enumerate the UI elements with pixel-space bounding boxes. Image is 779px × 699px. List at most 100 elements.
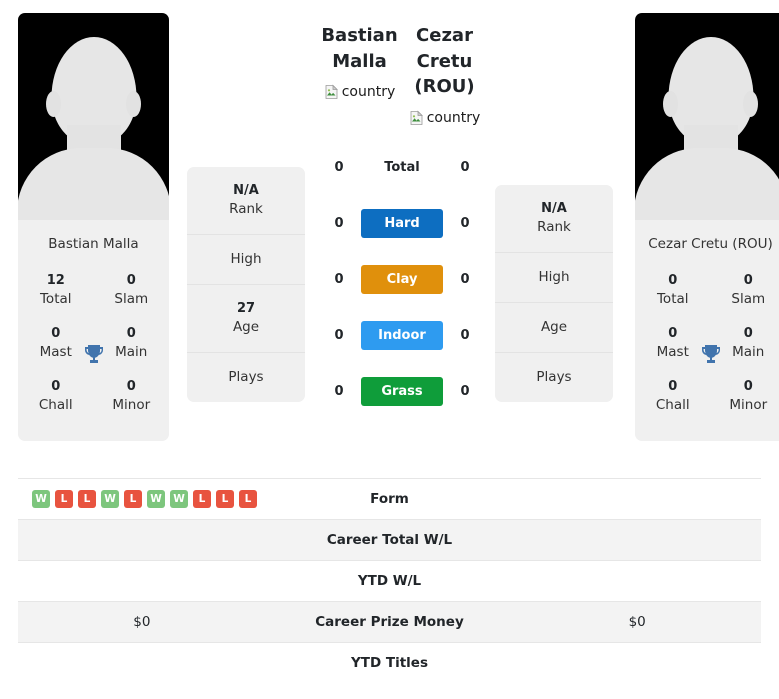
left-surface-value: 0 — [334, 216, 344, 232]
rank-label: Rank — [229, 200, 263, 217]
age-value: 27 — [236, 300, 256, 316]
surface-label-grass[interactable]: Grass — [361, 377, 443, 407]
form-badge-win: W — [101, 490, 119, 508]
stat-label: Minor — [729, 397, 768, 414]
right-player-titles-grid: 0 Total 0 Slam 0 Mast 0 Main 0 Chall 0 M… — [635, 266, 779, 441]
info-row-rank: N/A Rank — [187, 167, 305, 235]
surface-label-indoor[interactable]: Indoor — [361, 321, 443, 351]
right-player-photo-column: Cezar Cretu (ROU) 0 Total 0 Slam 0 Mast — [617, 13, 779, 442]
stat-value: 0 — [51, 379, 61, 395]
left-player-name: Bastian Malla — [321, 25, 398, 72]
right-country-label: country — [426, 109, 481, 126]
surface-row-grass: 0 Grass 0 — [317, 364, 487, 420]
right-surface-value: 0 — [460, 328, 470, 344]
right-player-avatar — [635, 13, 779, 220]
left-player-card[interactable]: Bastian Malla 12 Total 0 Slam 0 Mast 0 M… — [18, 13, 169, 442]
left-surface-value: 0 — [334, 272, 344, 288]
form-badge-loss: L — [193, 490, 211, 508]
table-row-ytd-titles: YTD Titles — [18, 642, 761, 683]
title-stat: 0 Slam — [711, 266, 779, 319]
stat-label: Total — [39, 290, 72, 307]
stat-value: 0 — [51, 326, 61, 342]
left-player-card-name: Bastian Malla — [48, 236, 139, 252]
surface-stats: 0 Total 0 0 Hard 0 0 Clay 0 0 Indoor 0 0… — [317, 140, 487, 420]
left-player-photo-column: Bastian Malla 12 Total 0 Slam 0 Mast 0 M… — [18, 13, 187, 442]
right-player-card[interactable]: Cezar Cretu (ROU) 0 Total 0 Slam 0 Mast — [635, 13, 779, 442]
stat-value: 0 — [126, 273, 136, 288]
trophy-icon — [701, 344, 720, 363]
surface-row-total: 0 Total 0 — [317, 140, 487, 196]
left-surface-value: 0 — [334, 384, 344, 400]
left-player-avatar — [18, 13, 169, 220]
form-badge-win: W — [170, 490, 188, 508]
trophy-icon — [84, 344, 103, 363]
left-country: country — [317, 84, 402, 100]
surface-row-clay: 0 Clay 0 — [317, 252, 487, 308]
info-row-high: High — [187, 235, 305, 285]
right-surface-value: 0 — [460, 160, 470, 176]
stat-label: Main — [115, 344, 148, 360]
surface-label-clay[interactable]: Clay — [361, 265, 443, 295]
surface-label-hard[interactable]: Hard — [361, 209, 443, 239]
left-player-titles-grid: 12 Total 0 Slam 0 Mast 0 Main 0 Chall 0 … — [18, 266, 169, 441]
right-player-name: Cezar Cretu (ROU) — [414, 25, 475, 98]
broken-image-icon — [410, 110, 423, 125]
age-label: Age — [232, 318, 260, 335]
right-player-heading: Cezar Cretu (ROU) country — [402, 13, 487, 126]
age-label: Age — [540, 318, 568, 335]
title-stat: 12 Total — [18, 266, 94, 319]
info-row-age: Age — [495, 303, 613, 354]
info-row-plays: Plays — [495, 353, 613, 402]
stat-value: 0 — [126, 326, 136, 342]
row-label-career-prize-money: Career Prize Money — [315, 614, 464, 630]
left-career-prize-money: $0 — [133, 614, 151, 630]
stats-table: WLLWLWWLLL Form Career Total W/L YTD W/L… — [18, 478, 761, 683]
left-surface-value: 0 — [334, 160, 344, 176]
stat-value: 0 — [743, 273, 753, 288]
info-row-rank: N/A Rank — [495, 185, 613, 253]
title-stat: 0 Total — [635, 266, 711, 319]
form-badge-win: W — [147, 490, 165, 508]
right-player-info-card[interactable]: N/A Rank High Age Plays — [495, 185, 613, 403]
stat-label: Slam — [114, 290, 149, 307]
table-row-career-prize-money: $0 Career Prize Money $0 — [18, 601, 761, 642]
right-surface-value: 0 — [460, 272, 470, 288]
player-comparison-page: Bastian Malla 12 Total 0 Slam 0 Mast 0 M… — [0, 0, 779, 699]
row-label-ytd-wl: YTD W/L — [357, 573, 422, 589]
title-stat: 0 Slam — [94, 266, 170, 319]
surface-row-hard: 0 Hard 0 — [317, 196, 487, 252]
left-surface-value: 0 — [334, 328, 344, 344]
form-badge-loss: L — [55, 490, 73, 508]
rank-value: N/A — [541, 201, 567, 216]
high-label: High — [230, 250, 262, 267]
stat-label: Chall — [655, 397, 690, 414]
left-player-info-card[interactable]: N/A Rank High 27 Age Plays — [187, 167, 305, 402]
left-player-heading: Bastian Malla country — [317, 13, 402, 126]
form-badge-loss: L — [78, 490, 96, 508]
stat-value: 0 — [126, 379, 136, 395]
comparison-header: Bastian Malla 12 Total 0 Slam 0 Mast 0 M… — [0, 0, 779, 478]
row-label-career-total-wl: Career Total W/L — [326, 532, 453, 548]
row-label-form: Form — [370, 491, 409, 507]
form-badge-win: W — [32, 490, 50, 508]
stat-value: 12 — [46, 273, 65, 288]
stat-value: 0 — [668, 379, 678, 395]
surface-label-total[interactable]: Total — [361, 153, 443, 182]
rank-value: N/A — [233, 183, 259, 198]
left-country-label: country — [341, 84, 396, 101]
stat-value: 0 — [743, 379, 753, 395]
rank-label: Rank — [537, 218, 571, 235]
plays-label: Plays — [228, 368, 264, 385]
title-stat: 0 Minor — [711, 372, 779, 425]
right-surface-value: 0 — [460, 384, 470, 400]
surface-row-indoor: 0 Indoor 0 — [317, 308, 487, 364]
row-label-ytd-titles: YTD Titles — [350, 655, 428, 671]
right-surface-value: 0 — [460, 216, 470, 232]
broken-image-icon — [325, 84, 338, 99]
stat-label: Total — [656, 290, 689, 307]
stat-value: 0 — [743, 326, 753, 342]
info-row-age: 27 Age — [187, 285, 305, 353]
info-row-high: High — [495, 253, 613, 303]
right-career-prize-money: $0 — [628, 614, 646, 630]
title-stat: 0 Minor — [94, 372, 170, 425]
